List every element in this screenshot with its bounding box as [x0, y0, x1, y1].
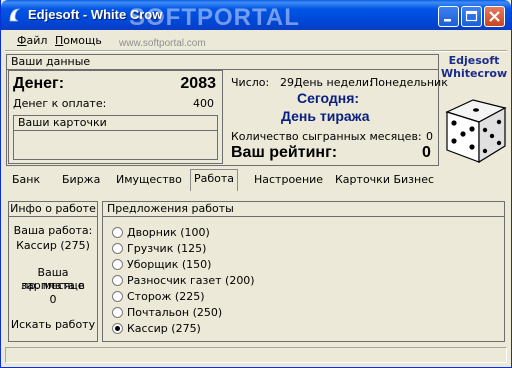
title-bar[interactable]: Edjesoft - White Crow SOFTPORTAL	[1, 0, 511, 31]
radio-button[interactable]	[112, 227, 123, 238]
app-window: Edjesoft - White Crow SOFTPORTAL www.sof…	[0, 0, 512, 368]
money-label: Денег:	[13, 75, 65, 92]
close-icon	[489, 11, 500, 22]
job-option-label: Почтальон (250)	[127, 306, 223, 319]
job-offers-title: Предложения работы	[103, 202, 504, 217]
radio-button[interactable]	[112, 275, 123, 286]
radio-button-selected[interactable]	[112, 323, 123, 334]
job-option-label: Сторож (225)	[127, 290, 205, 303]
watermark-url: www.softportal.com	[119, 38, 206, 49]
months-value: 0	[426, 130, 433, 143]
job-info-group: Инфо о работе Ваша работа: Кассир (275) …	[8, 201, 98, 342]
brand-line2: Whitecrow	[441, 67, 508, 80]
your-job-value: Кассир (275)	[16, 239, 90, 252]
cards-title: Ваши карточки	[14, 116, 217, 131]
tab-business-cards[interactable]: Карточки Бизнес	[332, 171, 437, 191]
brand-line1: Edjesoft	[448, 54, 500, 67]
menu-help[interactable]: Помощь	[55, 34, 102, 47]
due-value: 400	[193, 97, 214, 110]
rating-label: Ваш рейтинг:	[231, 144, 338, 161]
status-bar	[5, 347, 507, 363]
tab-work[interactable]: Работа	[190, 169, 239, 191]
tab-mood[interactable]: Настроение	[251, 171, 326, 191]
job-option-label: Кассир (275)	[127, 322, 201, 335]
job-option-label: Разносчик газет (200)	[127, 274, 255, 287]
weekday-value: Понедельник	[370, 76, 448, 89]
brand-logo: Edjesoft Whitecrow	[441, 54, 507, 80]
rating-value: 0	[422, 144, 431, 161]
menu-file-label: айл	[26, 34, 48, 47]
date-value: 29	[280, 76, 294, 89]
job-option-label: Уборщик (150)	[127, 258, 212, 271]
tab-strip: Банк Биржа Имущество Работа Настроение К…	[7, 169, 507, 191]
today-event: День тиража	[281, 108, 370, 124]
maximize-button[interactable]	[461, 6, 482, 27]
watermark: SOFTPORTAL	[129, 4, 300, 31]
salary-value: 0	[49, 293, 57, 306]
money-panel: Денег: 2083 Денег к оплате: 400 Ваши кар…	[8, 70, 223, 164]
maximize-icon	[465, 10, 478, 22]
tab-bank[interactable]: Банк	[9, 171, 43, 191]
menu-file[interactable]: Файл	[17, 34, 47, 47]
menu-separator	[5, 50, 507, 52]
weekday-label: День недели:	[294, 76, 373, 89]
months-label: Количество сыгранных месяцев:	[231, 130, 422, 143]
job-option-label: Грузчик (125)	[127, 242, 207, 255]
your-data-title: Ваши данные	[7, 55, 438, 70]
close-button[interactable]	[484, 6, 505, 27]
cards-box[interactable]: Ваши карточки	[13, 115, 218, 160]
money-value: 2083	[180, 75, 216, 92]
salary-label-line2: пр. месяце	[21, 279, 85, 292]
radio-button[interactable]	[112, 291, 123, 302]
minimize-icon	[444, 19, 451, 22]
your-job-label: Ваша работа:	[13, 224, 93, 237]
job-offers-group: Предложения работы Дворник (100) Грузчик…	[102, 201, 505, 342]
app-icon	[9, 8, 21, 22]
due-label: Денег к оплате:	[13, 97, 107, 110]
radio-button[interactable]	[112, 307, 123, 318]
tab-exchange[interactable]: Биржа	[59, 171, 103, 191]
date-label: Число:	[231, 76, 270, 89]
minimize-button[interactable]	[438, 6, 459, 27]
today-label: Сегодня:	[297, 90, 360, 106]
tab-property[interactable]: Имущество	[113, 171, 185, 191]
radio-button[interactable]	[112, 243, 123, 254]
menu-help-label: омощь	[63, 34, 102, 47]
radio-button[interactable]	[112, 259, 123, 270]
job-info-title: Инфо о работе	[9, 202, 97, 217]
search-job-button[interactable]: Искать работу	[9, 318, 97, 331]
dice-icon	[445, 99, 507, 164]
job-option-label: Дворник (100)	[127, 226, 210, 239]
